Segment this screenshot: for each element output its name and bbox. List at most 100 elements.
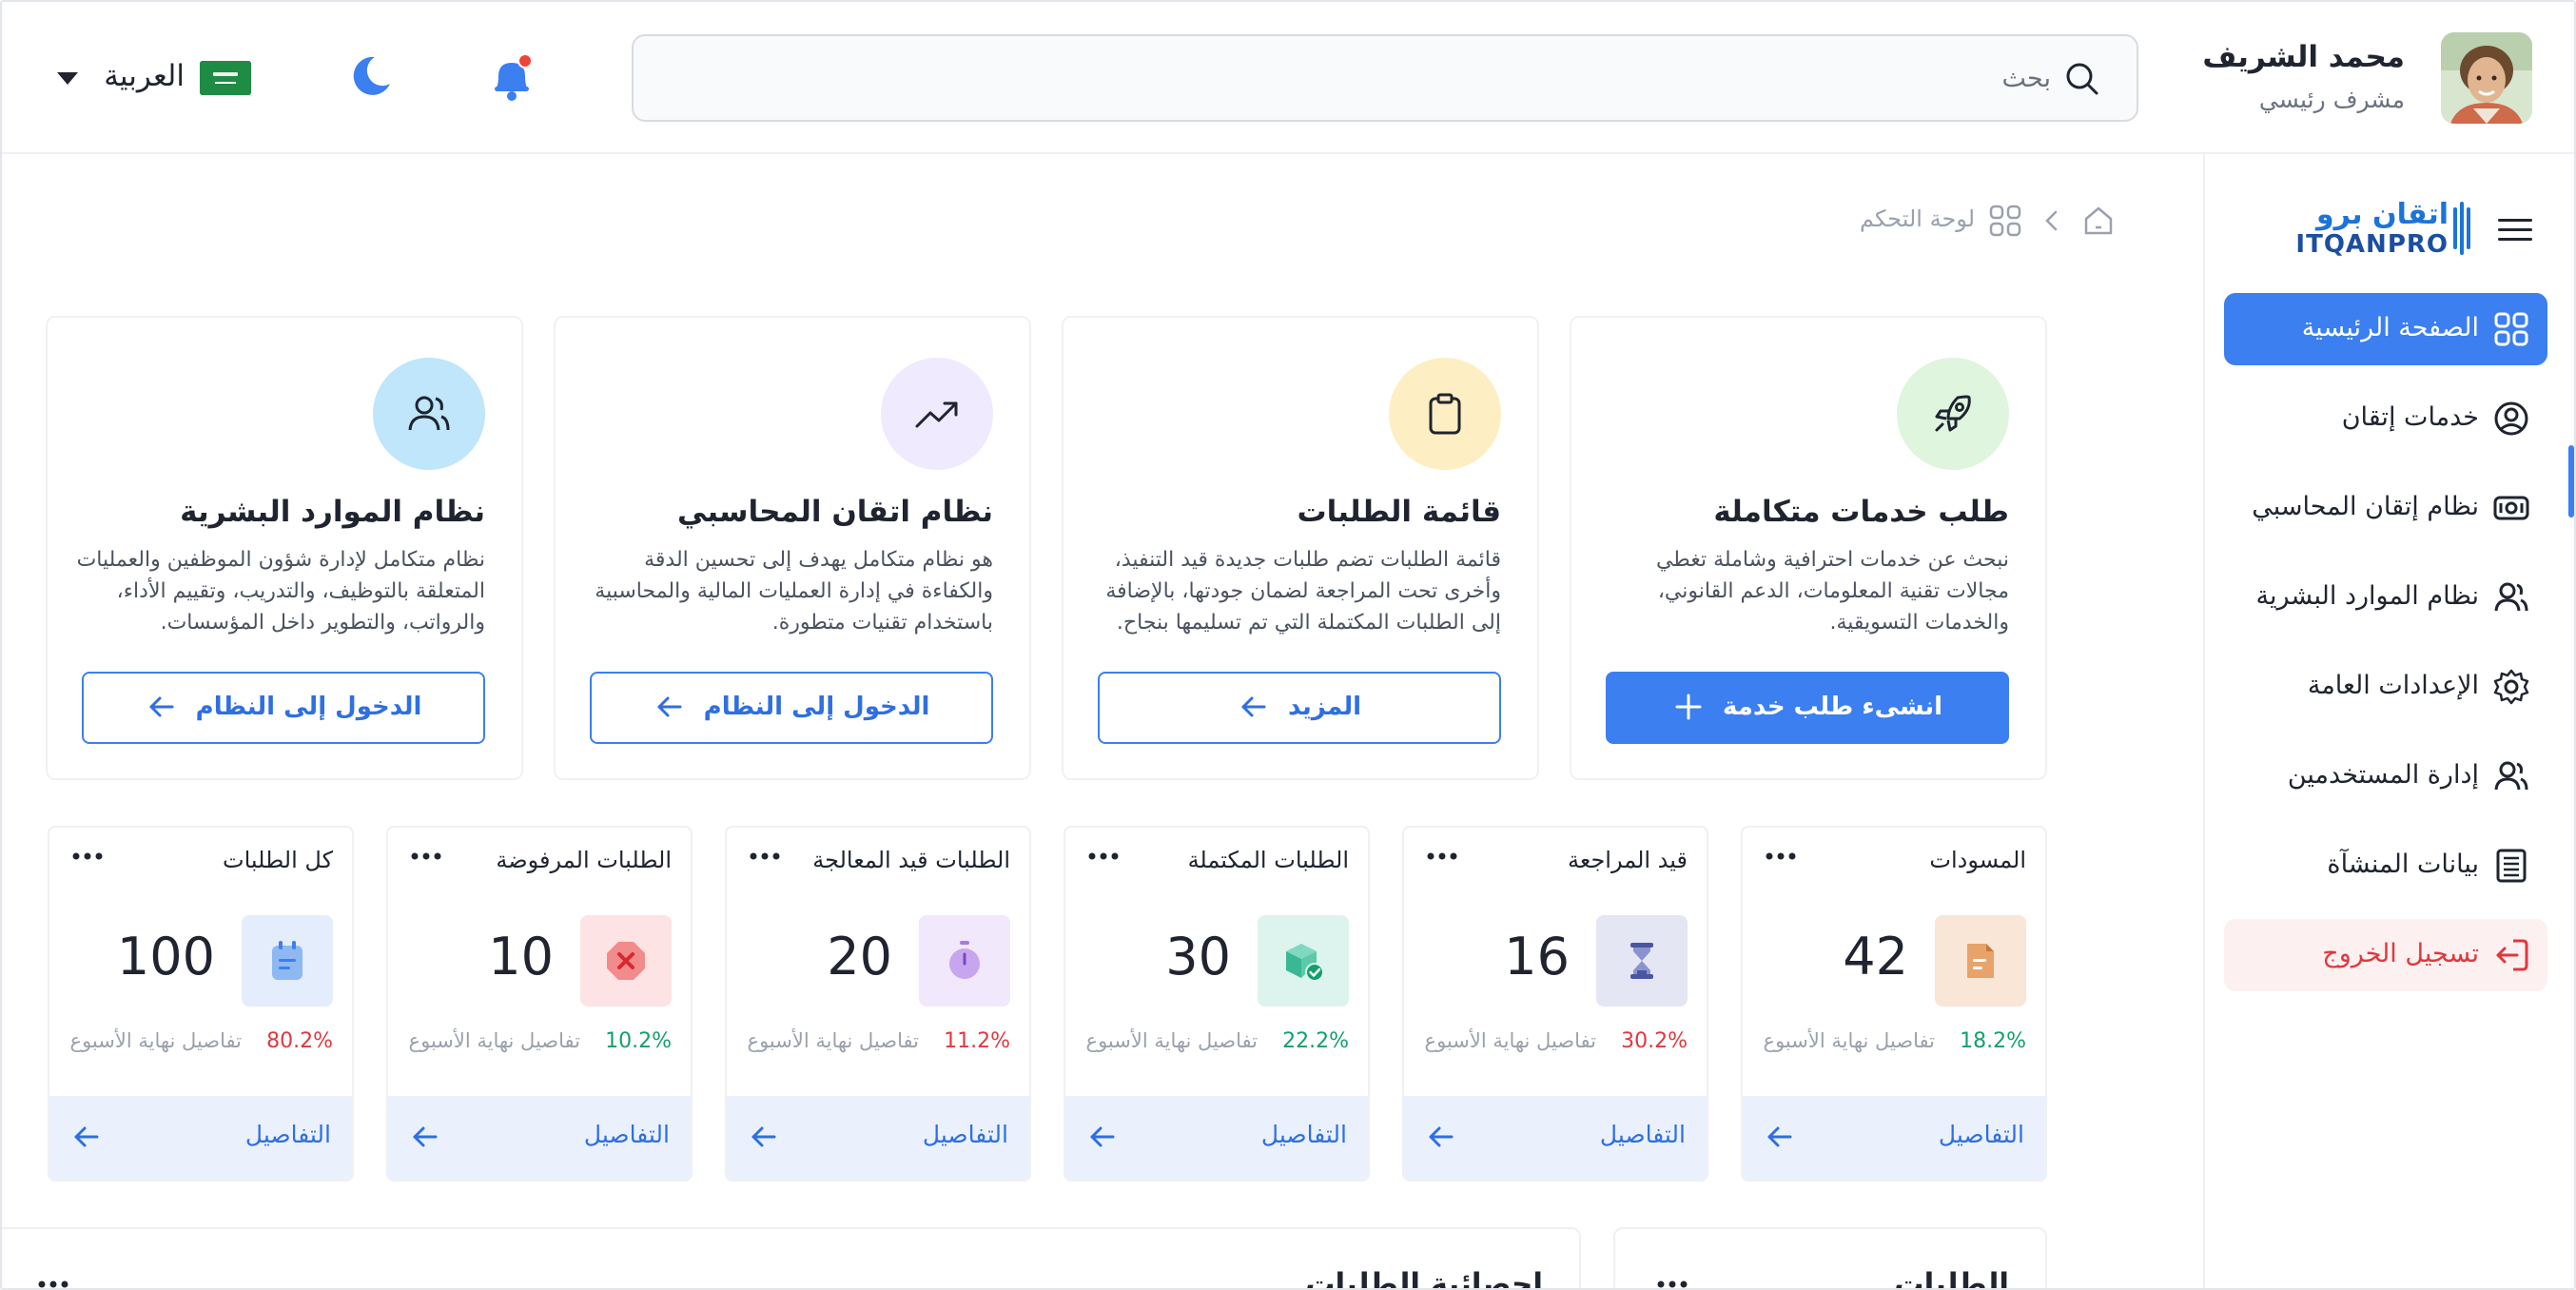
trend-up-icon (915, 401, 958, 428)
notification-dot (517, 53, 533, 68)
stat-title: الطلبات المكتملة (1187, 847, 1349, 873)
stat-value: 30 (1165, 927, 1231, 987)
clipboard-icon (1429, 393, 1461, 435)
feature-title: طلب خدمات متكاملة (1713, 495, 2009, 529)
notification-button[interactable] (487, 51, 537, 105)
details-label: التفاصيل (1599, 1121, 1686, 1148)
stat-subtext: تفاصيل نهاية الأسبوع (1424, 1029, 1596, 1052)
stat-title: الطلبات قيد المعالجة (812, 847, 1010, 873)
more-options-icon[interactable] (34, 1273, 72, 1290)
brand-english: ITQANPRO (2295, 230, 2449, 259)
arrow-left-icon (149, 696, 174, 717)
sidebar-item-accounting[interactable]: نظام إتقان المحاسبي (2224, 472, 2547, 544)
logout-icon (2496, 939, 2528, 971)
stat-details-link[interactable]: التفاصيل (727, 1096, 1029, 1180)
stat-card-in-progress: الطلبات قيد المعالجة 20 11.2% تفاصيل نها… (725, 826, 1031, 1182)
button-label: الدخول إلى النظام (195, 693, 422, 721)
more-options-icon[interactable] (1762, 845, 1800, 868)
notepad-icon (272, 941, 302, 980)
stat-percent: 22.2% (1282, 1029, 1349, 1053)
details-label: التفاصيل (1260, 1121, 1347, 1148)
arrow-left-icon (413, 1126, 438, 1147)
home-icon[interactable] (2081, 204, 2116, 238)
plus-icon (1675, 694, 1702, 720)
users-icon (2494, 582, 2528, 612)
feature-card-requests-list: قائمة الطلبات قائمة الطلبات تضم طلبات جد… (1062, 316, 1539, 780)
user-circle-icon (2494, 401, 2528, 436)
requests-card: الطلبات (1613, 1227, 2047, 1290)
stat-percent: 80.2% (266, 1029, 333, 1053)
more-options-icon[interactable] (1084, 845, 1122, 868)
sidebar-item-home[interactable]: الصفحة الرئيسية (2224, 293, 2547, 365)
sidebar-item-hr[interactable]: نظام الموارد البشرية (2224, 561, 2547, 634)
search-icon (2066, 63, 2098, 95)
sidebar: اتقان برو ITQANPRO الصفحة الرئيسية خدمات… (2203, 154, 2574, 1288)
brand-logo[interactable]: اتقان برو ITQANPRO (2295, 198, 2471, 261)
stat-details-link[interactable]: التفاصيل (388, 1096, 691, 1180)
stat-value: 100 (116, 927, 215, 987)
stat-percent: 18.2% (1960, 1029, 2026, 1053)
sidebar-item-label: الإعدادات العامة (2307, 671, 2479, 700)
chevron-left-icon (2045, 210, 2058, 231)
more-options-icon[interactable] (407, 845, 445, 868)
more-options-icon[interactable] (1423, 845, 1461, 868)
stat-details-link[interactable]: التفاصيل (49, 1096, 352, 1180)
sidebar-item-settings[interactable]: الإعدادات العامة (2224, 651, 2547, 723)
building-icon (2496, 849, 2527, 883)
stat-title: قيد المراجعة (1568, 847, 1688, 873)
stat-details-link[interactable]: التفاصيل (1404, 1096, 1707, 1180)
stat-value: 10 (488, 927, 554, 987)
stat-title: الطلبات المرفوضة (496, 847, 672, 873)
arrow-left-icon (1767, 1126, 1792, 1147)
breadcrumb-current[interactable]: لوحة التحكم (1860, 205, 1975, 232)
arrow-left-icon (1429, 1126, 1454, 1147)
stat-details-link[interactable]: التفاصيل (1743, 1096, 2045, 1180)
more-options-icon[interactable] (746, 845, 784, 868)
avatar[interactable] (2441, 32, 2532, 124)
grid-icon (2494, 312, 2528, 346)
sidebar-item-itqan-services[interactable]: خدمات إتقان (2224, 382, 2547, 455)
more-options-icon[interactable] (68, 845, 107, 868)
stat-icon-box (242, 915, 333, 1007)
stat-card-drafts: المسودات 42 18.2% تفاصيل نهاية الأسبوع ا… (1741, 826, 2047, 1182)
more-options-icon[interactable] (1653, 1273, 1691, 1290)
feature-card-accounting: نظام اتقان المحاسبي هو نظام متكامل يهدف … (554, 316, 1031, 780)
stat-icon-box (1935, 915, 2026, 1007)
rocket-icon (1935, 395, 1971, 432)
theme-toggle[interactable] (346, 51, 396, 101)
arrow-left-icon (657, 696, 682, 717)
stat-icon-box (580, 915, 672, 1007)
stat-details-link[interactable]: التفاصيل (1065, 1096, 1368, 1180)
feature-title: قائمة الطلبات (1297, 495, 1501, 529)
search-input[interactable] (719, 36, 2051, 120)
stat-percent: 11.2% (944, 1029, 1010, 1053)
feature-icon-circle (373, 358, 485, 470)
language-label: العربية (104, 59, 185, 93)
menu-icon[interactable] (2498, 217, 2532, 244)
grid-icon (1989, 205, 2021, 237)
sidebar-item-user-management[interactable]: إدارة المستخدمين (2224, 740, 2547, 812)
details-label: التفاصيل (1938, 1121, 2024, 1148)
create-service-request-button[interactable]: انشىء طلب خدمة (1606, 672, 2009, 744)
enter-accounting-system-button[interactable]: الدخول إلى النظام (590, 672, 993, 744)
stat-percent: 10.2% (605, 1029, 672, 1053)
search-box[interactable] (632, 34, 2138, 122)
stat-icon-box (919, 915, 1010, 1007)
users-icon (2494, 761, 2528, 791)
stat-value: 16 (1504, 927, 1570, 987)
stat-icon-box (1596, 915, 1688, 1007)
logout-button[interactable]: تسجيل الخروج (2224, 919, 2547, 991)
caret-down-icon (57, 72, 78, 85)
more-button[interactable]: المزيد (1098, 672, 1501, 744)
stat-subtext: تفاصيل نهاية الأسبوع (408, 1029, 580, 1052)
language-selector[interactable]: العربية (55, 55, 255, 101)
card-title: الطلبات (1894, 1267, 2009, 1290)
sidebar-item-organization[interactable]: بيانات المنشآة (2224, 830, 2547, 902)
feature-icon-circle (1897, 358, 2009, 470)
enter-hr-system-button[interactable]: الدخول إلى النظام (82, 672, 485, 744)
hourglass-icon (1630, 943, 1653, 979)
sidebar-item-label: خدمات إتقان (2341, 402, 2479, 432)
document-icon (1967, 944, 1994, 978)
sidebar-item-label: إدارة المستخدمين (2287, 760, 2479, 790)
arrow-left-icon (751, 1126, 776, 1147)
